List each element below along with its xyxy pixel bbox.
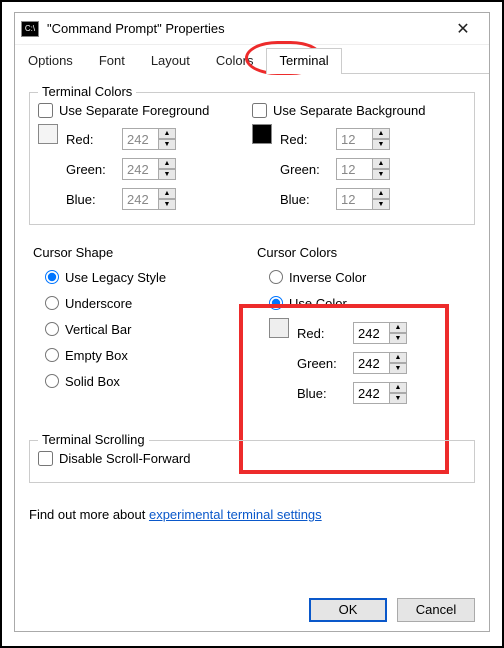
- tab-colors[interactable]: Colors: [203, 48, 267, 74]
- group-terminal-scrolling: Terminal Scrolling Disable Scroll-Forwar…: [29, 440, 475, 483]
- shape-solid-radio[interactable]: [45, 374, 59, 388]
- bg-blue-input[interactable]: [336, 188, 372, 210]
- fg-red-down[interactable]: ▼: [158, 139, 176, 150]
- bg-red-up[interactable]: ▲: [372, 128, 390, 139]
- shape-empty[interactable]: Empty Box: [45, 342, 243, 368]
- group-terminal-colors: Terminal Colors Use Separate Foreground …: [29, 92, 475, 225]
- ok-button[interactable]: OK: [309, 598, 387, 622]
- fg-blue-up[interactable]: ▲: [158, 188, 176, 199]
- cursor-inverse[interactable]: Inverse Color: [269, 264, 467, 290]
- shape-vbar-radio[interactable]: [45, 322, 59, 336]
- cancel-button[interactable]: Cancel: [397, 598, 475, 622]
- legend-cursor-colors: Cursor Colors: [257, 245, 467, 260]
- fg-green-up[interactable]: ▲: [158, 158, 176, 169]
- bg-color-swatch[interactable]: [252, 124, 272, 144]
- use-separate-fg-checkbox[interactable]: [38, 103, 53, 118]
- use-separate-bg[interactable]: Use Separate Background: [252, 103, 466, 118]
- cursor-blue-input[interactable]: [353, 382, 389, 404]
- tab-strip: Options Font Layout Colors Terminal: [15, 47, 489, 74]
- cursor-blue-down[interactable]: ▼: [389, 393, 407, 404]
- shape-legacy-label: Use Legacy Style: [65, 270, 166, 285]
- use-separate-fg[interactable]: Use Separate Foreground: [38, 103, 252, 118]
- fg-blue-input[interactable]: [122, 188, 158, 210]
- use-separate-fg-label: Use Separate Foreground: [59, 103, 209, 118]
- bg-green-label: Green:: [280, 162, 336, 177]
- cursor-red-label: Red:: [297, 326, 353, 341]
- shape-vbar-label: Vertical Bar: [65, 322, 131, 337]
- fg-blue-down[interactable]: ▼: [158, 199, 176, 210]
- footer-text: Find out more about experimental termina…: [29, 507, 475, 522]
- bg-blue-up[interactable]: ▲: [372, 188, 390, 199]
- fg-red-up[interactable]: ▲: [158, 128, 176, 139]
- fg-color-swatch[interactable]: [38, 124, 58, 144]
- tab-terminal[interactable]: Terminal: [266, 48, 341, 74]
- legend-terminal-colors: Terminal Colors: [38, 84, 136, 99]
- cursor-usecolor[interactable]: Use Color: [269, 290, 467, 316]
- group-cursor-shape: Cursor Shape Use Legacy Style Underscore…: [29, 245, 251, 412]
- bg-blue-label: Blue:: [280, 192, 336, 207]
- cmd-icon: C:\: [21, 21, 39, 37]
- shape-vbar[interactable]: Vertical Bar: [45, 316, 243, 342]
- disable-scroll-forward-checkbox[interactable]: [38, 451, 53, 466]
- group-cursor-colors: Cursor Colors Inverse Color Use Color Re…: [251, 245, 475, 412]
- titlebar: C:\ "Command Prompt" Properties ✕: [15, 13, 489, 45]
- cursor-blue-label: Blue:: [297, 386, 353, 401]
- experimental-settings-link[interactable]: experimental terminal settings: [149, 507, 322, 522]
- cursor-inverse-radio[interactable]: [269, 270, 283, 284]
- fg-green-label: Green:: [66, 162, 122, 177]
- legend-terminal-scrolling: Terminal Scrolling: [38, 432, 149, 447]
- shape-underscore[interactable]: Underscore: [45, 290, 243, 316]
- cursor-usecolor-radio[interactable]: [269, 296, 283, 310]
- close-button[interactable]: ✕: [443, 15, 483, 43]
- use-separate-bg-label: Use Separate Background: [273, 103, 425, 118]
- cursor-green-up[interactable]: ▲: [389, 352, 407, 363]
- disable-scroll-forward-label: Disable Scroll-Forward: [59, 451, 190, 466]
- button-bar: OK Cancel: [15, 587, 489, 631]
- cursor-blue-up[interactable]: ▲: [389, 382, 407, 393]
- fg-blue-label: Blue:: [66, 192, 122, 207]
- fg-green-input[interactable]: [122, 158, 158, 180]
- tab-font[interactable]: Font: [86, 48, 138, 74]
- bg-blue-down[interactable]: ▼: [372, 199, 390, 210]
- shape-legacy[interactable]: Use Legacy Style: [45, 264, 243, 290]
- cursor-inverse-label: Inverse Color: [289, 270, 366, 285]
- shape-empty-radio[interactable]: [45, 348, 59, 362]
- shape-underscore-radio[interactable]: [45, 296, 59, 310]
- fg-red-label: Red:: [66, 132, 122, 147]
- cursor-color-swatch[interactable]: [269, 318, 289, 338]
- disable-scroll-forward[interactable]: Disable Scroll-Forward: [38, 451, 466, 466]
- cursor-red-down[interactable]: ▼: [389, 333, 407, 344]
- cursor-green-label: Green:: [297, 356, 353, 371]
- shape-underscore-label: Underscore: [65, 296, 132, 311]
- bg-red-label: Red:: [280, 132, 336, 147]
- bg-red-down[interactable]: ▼: [372, 139, 390, 150]
- cursor-green-input[interactable]: [353, 352, 389, 374]
- shape-empty-label: Empty Box: [65, 348, 128, 363]
- cursor-green-down[interactable]: ▼: [389, 363, 407, 374]
- bg-green-up[interactable]: ▲: [372, 158, 390, 169]
- bg-green-input[interactable]: [336, 158, 372, 180]
- footer-prefix: Find out more about: [29, 507, 149, 522]
- cursor-red-input[interactable]: [353, 322, 389, 344]
- cursor-red-up[interactable]: ▲: [389, 322, 407, 333]
- tab-layout[interactable]: Layout: [138, 48, 203, 74]
- shape-legacy-radio[interactable]: [45, 270, 59, 284]
- fg-red-input[interactable]: [122, 128, 158, 150]
- tab-options[interactable]: Options: [15, 48, 86, 74]
- fg-green-down[interactable]: ▼: [158, 169, 176, 180]
- window-title: "Command Prompt" Properties: [47, 21, 443, 36]
- shape-solid[interactable]: Solid Box: [45, 368, 243, 394]
- use-separate-bg-checkbox[interactable]: [252, 103, 267, 118]
- legend-cursor-shape: Cursor Shape: [33, 245, 243, 260]
- bg-red-input[interactable]: [336, 128, 372, 150]
- shape-solid-label: Solid Box: [65, 374, 120, 389]
- cursor-usecolor-label: Use Color: [289, 296, 347, 311]
- bg-green-down[interactable]: ▼: [372, 169, 390, 180]
